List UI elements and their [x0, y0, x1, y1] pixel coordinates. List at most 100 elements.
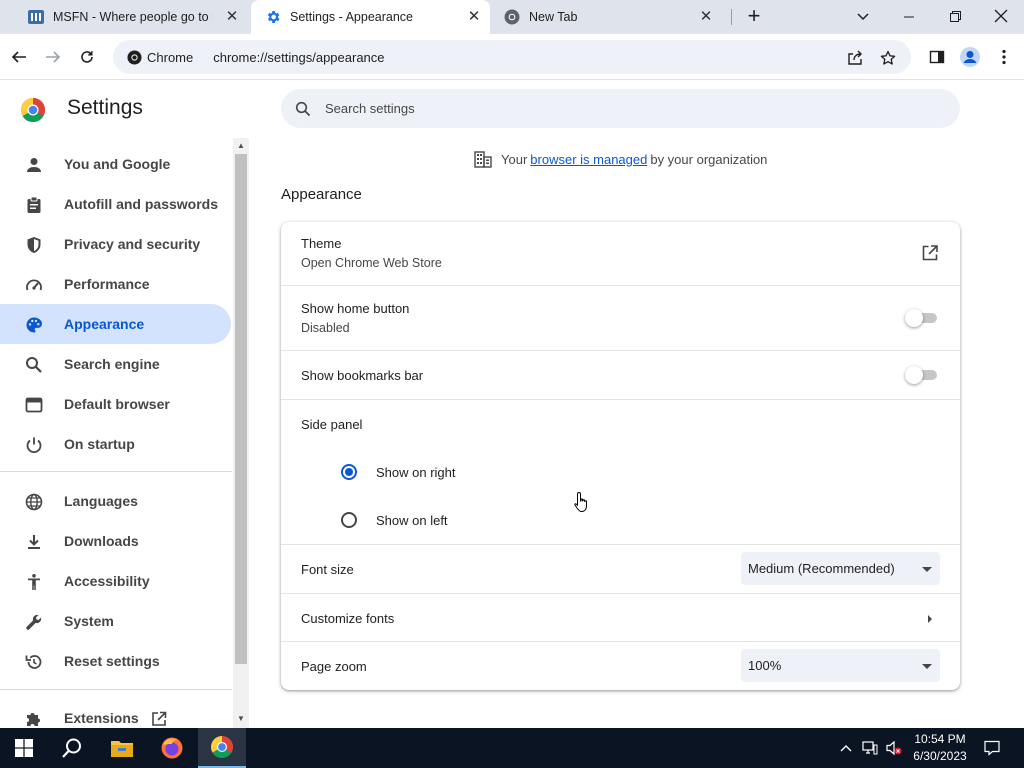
sidebar-item-extensions[interactable]: Extensions	[0, 698, 231, 728]
row-divider	[281, 593, 960, 594]
back-button[interactable]	[7, 45, 31, 69]
gauge-icon	[24, 275, 44, 295]
bookmarks-bar-toggle[interactable]	[905, 366, 939, 384]
settings-sidebar: You and Google Autofill and passwords Pr…	[0, 138, 232, 728]
notifications-button[interactable]	[984, 740, 1000, 756]
network-icon	[862, 741, 878, 755]
sidebar-item-default-browser[interactable]: Default browser	[0, 384, 231, 424]
customize-fonts-label: Customize fonts	[301, 611, 395, 626]
profile-button[interactable]	[958, 45, 982, 69]
minimize-button[interactable]	[886, 4, 932, 28]
sidebar-item-system[interactable]: System	[0, 601, 231, 641]
sidebar-item-accessibility[interactable]: Accessibility	[0, 561, 231, 601]
minimize-icon	[904, 16, 914, 18]
select-value: 100%	[748, 658, 782, 673]
page-zoom-select[interactable]: 100%	[741, 649, 940, 682]
arrow-right-icon	[928, 615, 932, 623]
tab-title: Settings - Appearance	[290, 10, 413, 24]
theme-sublabel: Open Chrome Web Store	[301, 256, 442, 270]
browser-toolbar: Chrome chrome://settings/appearance	[0, 34, 1024, 80]
new-tab-button[interactable]: +	[741, 5, 767, 29]
scroll-up-arrow[interactable]: ▲	[236, 141, 246, 151]
restore-icon	[950, 11, 961, 22]
font-size-label: Font size	[301, 562, 354, 577]
sidebar-item-label: System	[64, 613, 114, 629]
firefox-button[interactable]	[148, 728, 196, 768]
tab-new-tab[interactable]: New Tab ✕	[490, 0, 722, 34]
radio-show-on-left[interactable]	[341, 512, 357, 528]
file-explorer-button[interactable]	[98, 728, 146, 768]
sidebar-item-on-startup[interactable]: On startup	[0, 424, 231, 464]
search-placeholder: Search settings	[325, 101, 415, 116]
sidebar-item-you-and-google[interactable]: You and Google	[0, 144, 231, 184]
hand-cursor-icon	[574, 491, 587, 512]
chrome-taskbar-button[interactable]	[198, 728, 246, 768]
address-bar[interactable]: Chrome chrome://settings/appearance	[113, 40, 911, 74]
sidebar-item-label: On startup	[64, 436, 135, 452]
sidebar-item-reset-settings[interactable]: Reset settings	[0, 641, 231, 681]
chevron-up-icon	[840, 745, 852, 752]
bookmark-star-button[interactable]	[879, 49, 897, 67]
sidebar-divider	[0, 471, 232, 472]
font-size-select[interactable]: Medium (Recommended)	[741, 552, 940, 585]
theme-label: Theme	[301, 236, 342, 251]
url-text: chrome://settings/appearance	[213, 49, 385, 65]
sidebar-item-privacy[interactable]: Privacy and security	[0, 224, 231, 264]
side-panel-icon	[929, 50, 945, 64]
tab-strip: MSFN - Where people go to know ✕ Setting…	[0, 0, 1024, 34]
sidebar-item-appearance[interactable]: Appearance	[0, 304, 231, 344]
show-hidden-icons-button[interactable]	[838, 740, 854, 756]
back-arrow-icon	[11, 51, 26, 63]
chrome-icon	[504, 9, 520, 25]
taskbar-search-button[interactable]	[48, 728, 96, 768]
close-tab-icon[interactable]: ✕	[224, 9, 240, 25]
accessibility-icon	[24, 572, 44, 592]
sidebar-scrollbar[interactable]: ▲ ▼	[233, 138, 249, 728]
avatar-icon	[960, 47, 980, 67]
tab-msfn[interactable]: MSFN - Where people go to know ✕	[14, 0, 248, 34]
chrome-icon	[211, 736, 233, 758]
radio-show-on-right[interactable]	[341, 464, 357, 480]
row-divider	[281, 641, 960, 642]
home-button-sublabel: Disabled	[301, 321, 350, 335]
network-button[interactable]	[862, 740, 878, 756]
sidebar-item-languages[interactable]: Languages	[0, 481, 231, 521]
bookmarks-bar-label: Show bookmarks bar	[301, 368, 424, 383]
reload-button[interactable]	[75, 45, 99, 69]
row-divider	[281, 544, 960, 545]
search-settings-field[interactable]: Search settings	[281, 89, 960, 128]
page-zoom-label: Page zoom	[301, 659, 367, 674]
menu-button[interactable]	[992, 45, 1016, 69]
building-icon	[474, 151, 492, 168]
sidebar-item-downloads[interactable]: Downloads	[0, 521, 231, 561]
close-tab-icon[interactable]: ✕	[466, 9, 482, 25]
start-button[interactable]	[0, 728, 48, 768]
sidebar-item-performance[interactable]: Performance	[0, 264, 231, 304]
tab-settings[interactable]: Settings - Appearance ✕	[251, 0, 490, 34]
tab-search-button[interactable]	[840, 4, 886, 28]
site-info-chip[interactable]: Chrome	[121, 45, 199, 69]
restore-button[interactable]	[932, 4, 978, 28]
sidebar-item-search-engine[interactable]: Search engine	[0, 344, 231, 384]
close-window-button[interactable]	[978, 4, 1024, 28]
home-button-toggle[interactable]	[905, 309, 939, 327]
side-panel-button[interactable]	[925, 45, 949, 69]
sidebar-item-label: Reset settings	[64, 653, 160, 669]
scrollbar-thumb[interactable]	[235, 154, 247, 664]
notification-icon	[984, 740, 1000, 756]
open-in-new-icon	[152, 711, 167, 726]
open-in-new-icon[interactable]	[921, 244, 939, 262]
sidebar-item-autofill[interactable]: Autofill and passwords	[0, 184, 231, 224]
taskbar-clock[interactable]: 10:54 PM 6/30/2023	[900, 731, 980, 765]
browser-managed-link[interactable]: browser is managed	[530, 152, 647, 167]
wrench-icon	[24, 612, 44, 632]
tab-separator	[731, 9, 732, 25]
close-icon	[994, 9, 1008, 23]
share-button[interactable]	[846, 49, 864, 67]
forward-button[interactable]	[41, 45, 65, 69]
scroll-down-arrow[interactable]: ▼	[236, 714, 246, 724]
search-icon	[295, 101, 311, 116]
close-tab-icon[interactable]: ✕	[698, 9, 714, 25]
row-divider	[281, 399, 960, 400]
toggle-knob	[905, 309, 923, 327]
